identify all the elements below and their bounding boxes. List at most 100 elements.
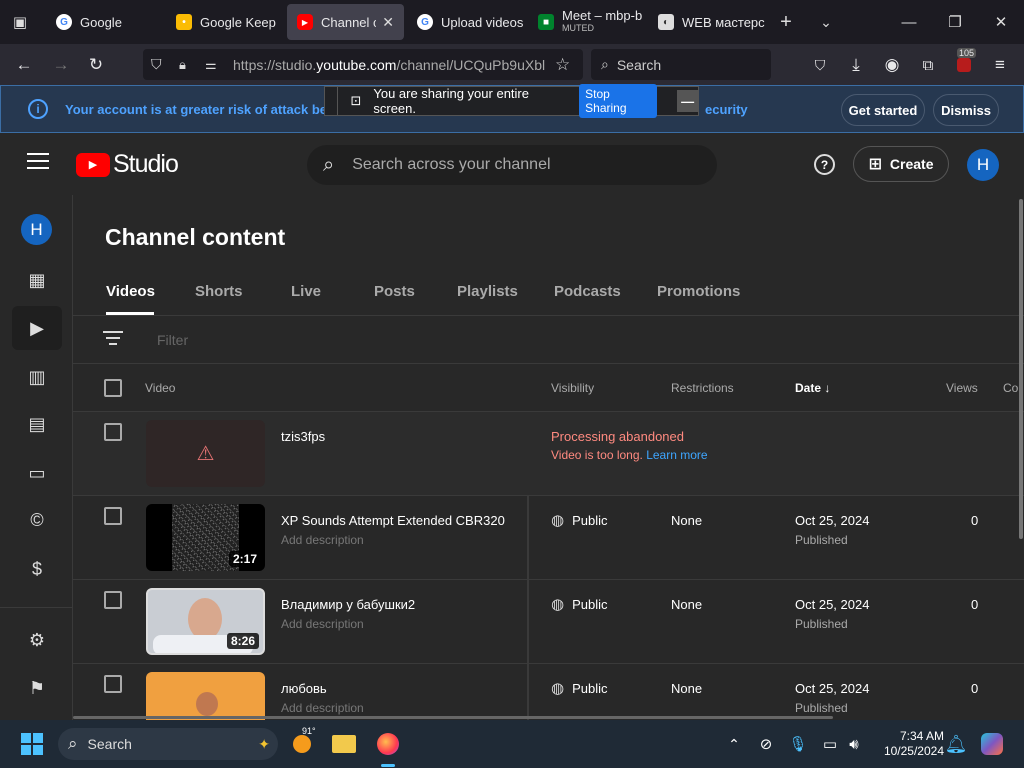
table-row[interactable]: 2:17 XP Sounds Attempt Extended CBR320 A… [73, 496, 1024, 580]
lock-icon[interactable]: 🔒︎ [179, 57, 186, 73]
url-text[interactable]: https://studio.youtube.com/channel/UCQuP… [233, 57, 548, 73]
tab-promotions[interactable]: Promotions [657, 283, 740, 300]
dismiss-button[interactable]: Dismiss [933, 94, 999, 126]
filter-icon[interactable] [103, 331, 123, 345]
visibility-public[interactable]: ◍ Public [551, 595, 608, 613]
video-thumbnail[interactable]: ⚠ [146, 420, 265, 487]
video-title[interactable]: tzis3fps [281, 429, 325, 444]
downloads-icon[interactable]: ⤓ [841, 50, 871, 80]
video-description[interactable]: Add description [281, 617, 364, 631]
visibility-public[interactable]: ◍ Public [551, 679, 608, 697]
tab-videos[interactable]: Videos [106, 283, 155, 300]
help-icon[interactable]: ? [814, 154, 835, 175]
video-description[interactable]: Add description [281, 701, 364, 715]
youtube-studio-logo[interactable]: ▶ Studio [76, 150, 179, 179]
back-arrow-icon[interactable]: ← [9, 50, 39, 80]
tab-google-keep[interactable]: • Google Keep [166, 4, 284, 40]
chevron-up-icon[interactable]: ⌃ [718, 728, 750, 760]
monetization-icon[interactable]: $ [12, 547, 62, 591]
tab-web-masters[interactable]: ◐ WEB мастерс [648, 4, 766, 40]
new-tab-icon[interactable]: + [774, 10, 798, 34]
tab-posts[interactable]: Posts [374, 283, 415, 300]
get-started-button[interactable]: Get started [841, 94, 925, 126]
feedback-icon[interactable]: ⚑ [12, 666, 62, 710]
pocket-icon[interactable]: ⛉ [805, 50, 835, 80]
minimize-window-icon[interactable]: — [886, 0, 932, 44]
channel-search-input[interactable]: ⌕ Search across your channel [307, 145, 717, 185]
weather-icon[interactable]: 91° [286, 726, 318, 760]
copyright-icon[interactable]: © [12, 498, 62, 542]
tab-list-icon[interactable]: ▣ [8, 10, 32, 34]
row-checkbox[interactable] [104, 591, 122, 609]
share-message: You are sharing your entire screen. [373, 86, 529, 116]
tab-podcasts[interactable]: Podcasts [554, 283, 621, 300]
tab-playlists[interactable]: Playlists [457, 283, 518, 300]
horizontal-scrollbar[interactable] [73, 716, 833, 719]
video-description[interactable]: Add description [281, 533, 364, 547]
video-thumbnail[interactable]: 2:17 [146, 504, 265, 571]
video-title[interactable]: любовь [281, 681, 327, 696]
bookmark-star-icon[interactable]: ☆ [555, 55, 570, 75]
chevron-down-icon[interactable]: ⌄ [814, 10, 838, 34]
drag-handle-icon[interactable] [327, 87, 339, 115]
hamburger-menu-icon[interactable] [27, 153, 49, 169]
extensions-icon[interactable]: ⧉ [913, 50, 943, 80]
dashboard-icon[interactable]: ▦ [12, 258, 62, 302]
visibility-public[interactable]: ◍ Public [551, 511, 608, 529]
hide-bar-button[interactable]: — [677, 90, 699, 112]
browser-search-bar[interactable]: ⌕ Search [591, 49, 771, 80]
account-icon[interactable]: ◉ [877, 50, 907, 80]
menu-icon[interactable]: ≡ [985, 50, 1015, 80]
video-thumbnail[interactable] [146, 672, 265, 720]
video-title[interactable]: Владимир у бабушки2 [281, 597, 415, 612]
tab-upload-videos[interactable]: G Upload videos [407, 4, 527, 40]
vertical-scrollbar[interactable] [1019, 199, 1023, 539]
forward-arrow-icon[interactable]: → [46, 50, 76, 80]
notification-bell-icon[interactable]: 🔔︎ [940, 728, 972, 760]
stop-sharing-button[interactable]: Stop Sharing [579, 84, 658, 118]
filter-input[interactable]: Filter [157, 332, 188, 348]
row-checkbox[interactable] [104, 507, 122, 525]
network-offline-icon[interactable]: ⊘ [750, 728, 782, 760]
video-title[interactable]: XP Sounds Attempt Extended CBR320 [281, 513, 505, 528]
microphone-icon[interactable]: 🎙︎ [782, 728, 814, 760]
tab-google[interactable]: G Google [46, 4, 164, 40]
tab-channel-content[interactable]: ▶ Channel co ✕ [287, 4, 404, 40]
file-explorer-icon[interactable] [328, 728, 360, 760]
table-row[interactable]: любовь Add description ◍ Public None Oct … [73, 664, 1024, 720]
copilot-icon[interactable] [976, 728, 1008, 760]
permissions-icon[interactable]: ⚌ [205, 57, 217, 73]
url-bar[interactable]: ⛉ 🔒︎ ⚌ https://studio.youtube.com/channe… [143, 49, 583, 80]
learn-more-link[interactable]: Learn more [646, 448, 707, 462]
content-icon[interactable]: ▶ [12, 306, 62, 350]
comments-icon[interactable]: ▤ [12, 402, 62, 446]
select-all-checkbox[interactable] [104, 379, 122, 397]
clock[interactable]: 7:34 AM 10/25/2024 [872, 729, 944, 759]
reload-icon[interactable]: ↻ [81, 50, 111, 80]
tab-meet[interactable]: ■ Meet – mbp-b MUTED [528, 4, 646, 40]
video-thumbnail[interactable]: 8:26 [146, 588, 265, 655]
table-row[interactable]: ⚠ tzis3fps Processing abandoned Video is… [73, 412, 1024, 496]
ublock-icon[interactable]: 105 [949, 48, 979, 80]
column-date[interactable]: Date ↓ [795, 381, 830, 395]
analytics-icon[interactable]: ▥ [12, 355, 62, 399]
taskbar-search[interactable]: ⌕ Search ✦ [58, 728, 278, 760]
create-button[interactable]: ⊞ Create [853, 146, 949, 182]
close-tab-icon[interactable]: ✕ [382, 14, 394, 31]
table-row[interactable]: 8:26 Владимир у бабушки2 Add description… [73, 580, 1024, 664]
avatar[interactable]: H [967, 149, 999, 181]
row-checkbox[interactable] [104, 675, 122, 693]
channel-avatar[interactable]: H [21, 214, 52, 245]
tab-live[interactable]: Live [291, 283, 321, 300]
close-window-icon[interactable]: ✕ [978, 0, 1024, 44]
maximize-window-icon[interactable]: ❐ [932, 0, 978, 44]
tab-shorts[interactable]: Shorts [195, 283, 243, 300]
row-checkbox[interactable] [104, 423, 122, 441]
subtitles-icon[interactable]: ▭ [12, 451, 62, 495]
active-app-indicator [381, 764, 395, 767]
shield-icon[interactable]: ⛉ [151, 56, 162, 73]
windows-start-icon[interactable] [16, 728, 48, 760]
volume-icon[interactable]: 🔊︎ [838, 728, 870, 760]
firefox-icon[interactable] [372, 728, 404, 760]
settings-icon[interactable]: ⚙ [12, 618, 62, 662]
